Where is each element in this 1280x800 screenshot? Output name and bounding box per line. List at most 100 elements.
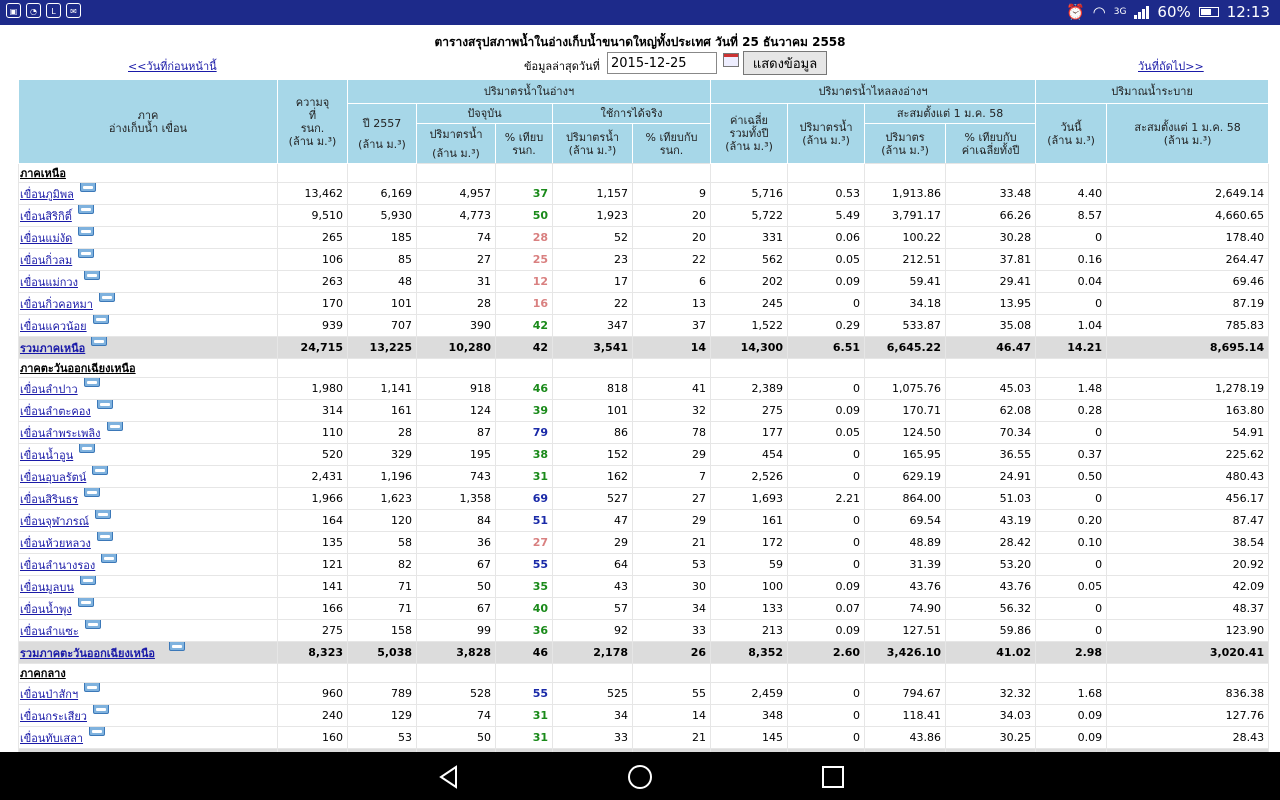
dam-chart-icon[interactable] — [106, 422, 123, 431]
value-cell: 71 — [347, 575, 417, 598]
dam-chart-icon[interactable] — [84, 683, 101, 692]
value-cell: 1,966 — [277, 487, 348, 510]
dam-chart-icon[interactable] — [79, 576, 96, 585]
dam-link[interactable]: เขื่อนลำแซะ — [20, 625, 79, 638]
next-day-link[interactable]: วันที่ถัดไป>> — [1138, 57, 1204, 75]
dam-chart-icon[interactable] — [77, 598, 94, 607]
dam-chart-icon[interactable] — [91, 337, 108, 346]
value-cell: 48.37 — [1106, 597, 1270, 620]
region-total-link[interactable]: รวมภาคตะวันออกเฉียงเหนือ — [20, 647, 155, 660]
dam-link[interactable]: เขื่อนอุบลรัตน์ — [20, 471, 86, 484]
value-cell: 0 — [787, 553, 866, 576]
dam-link[interactable]: เขื่อนห้วยหลวง — [20, 537, 91, 550]
header-accum-volume-line1: ปริมาตร — [885, 130, 925, 144]
value-cell: 31 — [495, 465, 553, 488]
region-name: ภาคเหนือ — [18, 163, 278, 183]
dam-link[interactable]: เขื่อนป่าสักฯ — [20, 688, 78, 701]
dam-chart-icon[interactable] — [92, 466, 109, 475]
value-cell: 20.92 — [1106, 553, 1270, 576]
table-row: เขื่อนลำตะคอง 314 161 124 39 101 32 275 0.09 170.… — [18, 399, 1270, 422]
date-input[interactable] — [607, 52, 717, 74]
value-cell: 31 — [416, 270, 496, 293]
dam-chart-icon[interactable] — [83, 378, 100, 387]
show-data-button[interactable]: แสดงข้อมูล — [743, 51, 827, 75]
empty-cell — [631, 663, 712, 683]
dam-link[interactable]: เขื่อนสิรินธร — [20, 493, 78, 506]
dam-chart-icon[interactable] — [83, 271, 100, 280]
dam-link[interactable]: เขื่อนสิริกิติ์ — [20, 210, 72, 223]
dam-link[interactable]: เขื่อนแควน้อย — [20, 320, 87, 333]
dam-chart-icon[interactable] — [79, 183, 96, 192]
value-cell: 52 — [552, 226, 633, 249]
dam-chart-icon[interactable] — [89, 727, 106, 736]
value-cell: 172 — [710, 531, 789, 554]
header-current-volume: ปริมาตรน้ำ (ล้าน ม.³) — [416, 123, 496, 164]
value-cell: 0.20 — [1035, 509, 1108, 532]
region-total-link[interactable]: รวมภาคเหนือ — [20, 342, 85, 355]
value-cell: 629.19 — [864, 465, 947, 488]
value-cell: 13.95 — [945, 292, 1037, 315]
value-cell: 46.47 — [945, 336, 1037, 359]
value-cell: 2.60 — [787, 641, 866, 664]
value-cell: 101 — [552, 399, 633, 422]
dam-link[interactable]: เขื่อนทับเสลา — [20, 732, 83, 745]
dam-chart-icon[interactable] — [78, 227, 95, 236]
dam-link[interactable]: เขื่อนแม่กวง — [20, 276, 78, 289]
dam-chart-icon[interactable] — [96, 400, 113, 409]
dam-name-cell: รวมภาคเหนือ — [18, 336, 278, 359]
value-cell: 23 — [552, 248, 633, 271]
value-cell: 0.05 — [787, 248, 866, 271]
dam-chart-icon[interactable] — [94, 510, 111, 519]
dam-chart-icon[interactable] — [101, 554, 118, 563]
previous-day-link[interactable]: <<วันที่ก่อนหน้านี้ — [128, 57, 217, 75]
value-cell: 1,358 — [416, 487, 496, 510]
empty-cell — [945, 663, 1037, 683]
value-cell: 92 — [552, 619, 633, 642]
dam-link[interactable]: เขื่อนมูลบน — [20, 581, 74, 594]
dam-link[interactable]: เขื่อนกิ่วลม — [20, 254, 72, 267]
dam-chart-icon[interactable] — [78, 249, 95, 258]
value-cell: 166 — [277, 597, 348, 620]
dam-link[interactable]: เขื่อนลำตะคอง — [20, 405, 91, 418]
dam-link[interactable]: เขื่อนลำนางรอง — [20, 559, 95, 572]
dam-chart-icon[interactable] — [84, 620, 101, 629]
dam-chart-icon[interactable] — [92, 705, 109, 714]
value-cell: 22 — [631, 248, 712, 271]
value-cell: 69.54 — [864, 509, 947, 532]
dam-link[interactable]: เขื่อนน้ำพุง — [20, 603, 72, 616]
value-cell: 0.09 — [787, 399, 866, 422]
dam-link[interactable]: เขื่อนภูมิพล — [20, 188, 74, 201]
value-cell: 29.41 — [945, 270, 1037, 293]
table-row: เขื่อนกระเสียว 240 129 74 31 34 14 348 0 118.41 34… — [18, 704, 1270, 727]
calendar-icon[interactable] — [723, 53, 739, 67]
header-usable: ใช้การได้จริง — [551, 103, 712, 124]
value-cell: 30 — [631, 575, 712, 598]
dam-chart-icon[interactable] — [98, 293, 115, 302]
home-icon[interactable] — [627, 764, 653, 790]
value-cell: 29 — [631, 443, 712, 466]
table-row: เขื่อนแม่งัด 265 185 74 28 52 20 331 0.06 100.22 3… — [18, 226, 1270, 249]
value-cell: 120 — [347, 509, 417, 532]
dam-chart-icon[interactable] — [84, 488, 101, 497]
back-icon[interactable] — [436, 764, 462, 790]
table-row: เขื่อนลำพระเพลิง 110 28 87 79 86 78 177 0.05 124.… — [18, 421, 1270, 444]
value-cell: 6.51 — [787, 336, 866, 359]
recent-apps-icon[interactable] — [820, 764, 846, 790]
dam-link[interactable]: เขื่อนลำพระเพลิง — [20, 427, 101, 440]
dam-chart-icon[interactable] — [92, 315, 109, 324]
dam-chart-icon[interactable] — [79, 444, 96, 453]
dam-link[interactable]: เขื่อนแม่งัด — [20, 232, 72, 245]
dam-chart-icon[interactable] — [96, 532, 113, 541]
dam-link[interactable]: เขื่อนลำปาว — [20, 383, 78, 396]
dam-link[interactable]: เขื่อนกิ่วคอหมา — [20, 298, 93, 311]
value-cell: 162 — [552, 465, 633, 488]
table-row: เขื่อนป่าสักฯ 960 789 528 55 525 55 2,459 0 794.6… — [18, 682, 1270, 705]
value-cell: 9 — [631, 182, 712, 205]
dam-chart-icon[interactable] — [168, 642, 185, 651]
value-cell: 5,716 — [710, 182, 789, 205]
dam-chart-icon[interactable] — [77, 205, 94, 214]
dam-link[interactable]: เขื่อนกระเสียว — [20, 710, 87, 723]
dam-link[interactable]: เขื่อนน้ำอูน — [20, 449, 73, 462]
value-cell: 135 — [277, 531, 348, 554]
dam-link[interactable]: เขื่อนจุฬาภรณ์ — [20, 515, 89, 528]
